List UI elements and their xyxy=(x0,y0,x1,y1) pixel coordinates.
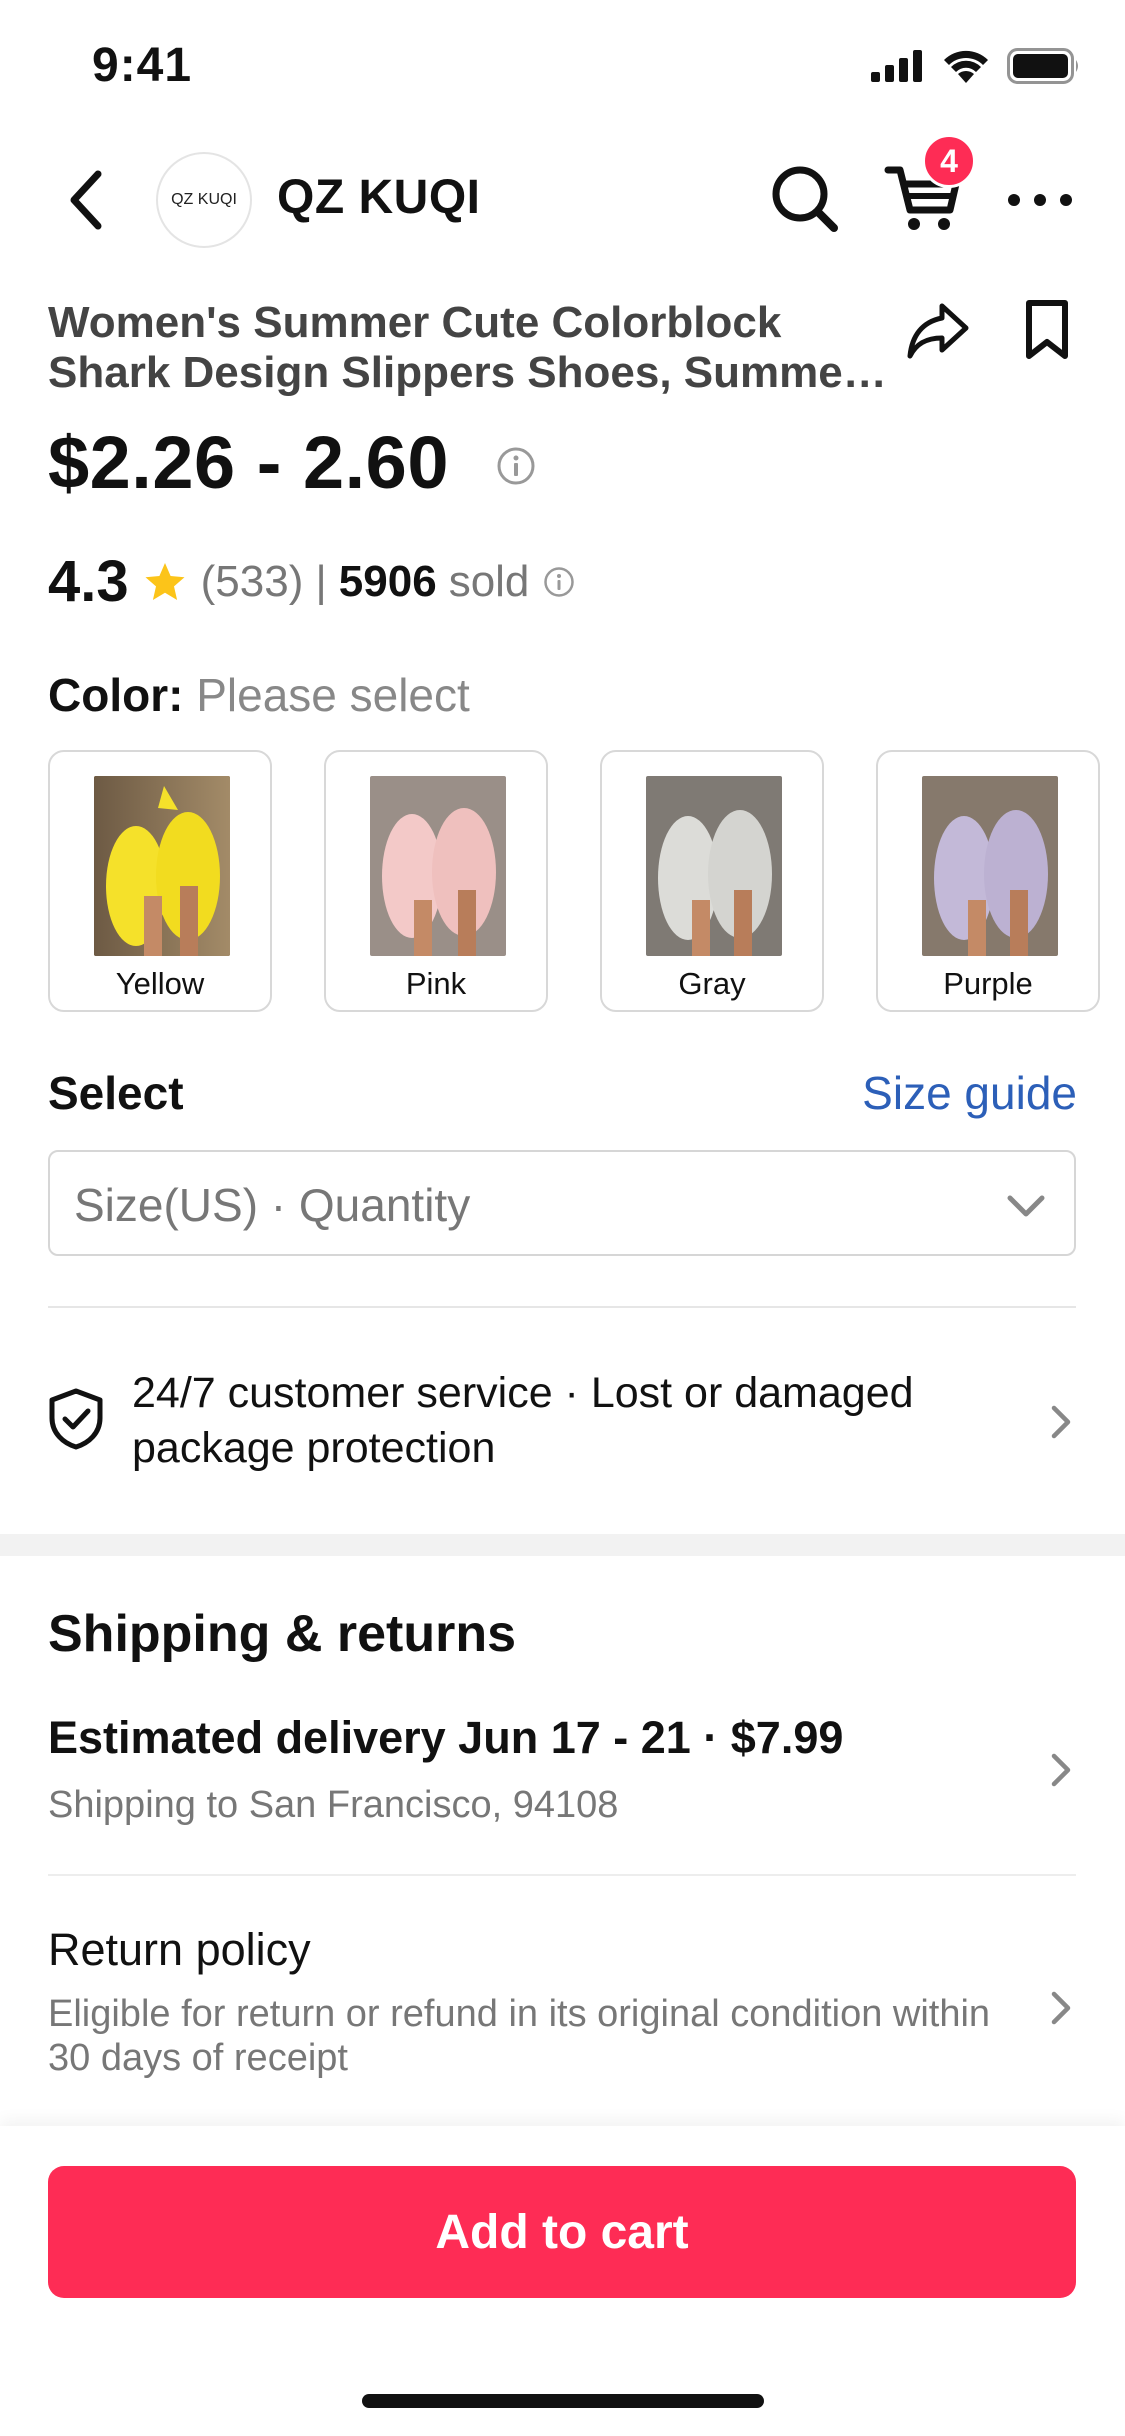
color-option-purple[interactable]: Purple xyxy=(876,750,1100,1012)
search-button[interactable] xyxy=(768,160,840,236)
size-guide-link[interactable]: Size guide xyxy=(862,1066,1077,1120)
bottom-action-bar: Add to cart xyxy=(0,2126,1125,2436)
star-icon xyxy=(145,562,185,600)
more-options-button[interactable] xyxy=(1008,180,1072,220)
wifi-icon xyxy=(944,50,988,83)
battery-icon xyxy=(1007,48,1078,84)
color-option-yellow[interactable]: Yellow xyxy=(48,750,272,1012)
section-separator xyxy=(0,1534,1125,1556)
customer-service-line1: 24/7 customer service · Lost or damaged xyxy=(132,1369,914,1417)
more-dot-icon xyxy=(1060,194,1072,206)
status-time: 9:41 xyxy=(92,39,193,92)
color-option-image xyxy=(922,776,1058,956)
search-icon xyxy=(772,166,838,232)
size-quantity-dropdown[interactable]: Size(US) · Quantity xyxy=(48,1150,1076,1256)
customer-service-line2: package protection xyxy=(132,1424,496,1472)
add-to-cart-button[interactable]: Add to cart xyxy=(48,2166,1076,2298)
shipping-destination: Shipping to San Francisco, 94108 xyxy=(48,1784,619,1826)
sold-label: sold xyxy=(448,556,530,606)
color-option-image xyxy=(94,776,230,956)
color-option-label: Gray xyxy=(678,966,746,1001)
product-price: $2.26 - 2.60 xyxy=(48,421,449,504)
color-option-image xyxy=(370,776,506,956)
divider xyxy=(48,1874,1076,1876)
shop-avatar[interactable]: QZ KUQI xyxy=(156,152,252,248)
chevron-down-icon xyxy=(1007,1195,1045,1217)
rating-separator: | xyxy=(315,556,327,606)
rating-row[interactable]: 4.3 (533) | 5906 sold xyxy=(48,548,575,615)
color-option-image xyxy=(646,776,782,956)
status-bar: 9:41 xyxy=(0,0,1125,140)
share-button[interactable] xyxy=(906,298,970,362)
chevron-right-icon xyxy=(1051,1405,1071,1439)
return-policy-description: Eligible for return or refund in its ori… xyxy=(48,1993,991,2079)
return-policy-title: Return policy xyxy=(48,1924,311,1975)
color-option-label: Yellow xyxy=(115,966,205,1001)
price-info-button[interactable] xyxy=(496,446,536,486)
bookmark-button[interactable] xyxy=(1022,298,1072,362)
color-selection-value: Please select xyxy=(196,669,470,721)
rating-count: (533) xyxy=(200,556,304,606)
return-policy-row[interactable]: Return policy Eligible for return or ref… xyxy=(48,1924,1076,2084)
home-indicator[interactable] xyxy=(362,2394,764,2408)
estimated-delivery-row[interactable]: Estimated delivery Jun 17 - 21 · $7.99 S… xyxy=(48,1712,1076,1852)
rating-value: 4.3 xyxy=(48,549,129,614)
chevron-right-icon xyxy=(1051,1753,1071,1787)
product-title: Women's Summer Cute Colorblock Shark Des… xyxy=(48,298,898,398)
bookmark-icon xyxy=(1026,300,1068,359)
chevron-left-icon xyxy=(70,170,102,230)
cellular-signal-icon xyxy=(871,50,922,82)
color-label-title: Color: xyxy=(48,669,184,721)
shop-avatar-text: QZ KUQI xyxy=(171,191,237,208)
info-icon xyxy=(497,447,535,485)
shipping-section-title: Shipping & returns xyxy=(48,1605,516,1663)
chevron-right-icon xyxy=(1051,1991,1071,2025)
shield-check-icon xyxy=(49,1388,103,1450)
color-option-label: Pink xyxy=(405,966,467,1001)
sold-count: 5906 xyxy=(338,556,437,606)
status-icons xyxy=(871,48,1081,84)
product-title-line1: Women's Summer Cute Colorblock xyxy=(48,298,782,347)
product-detail-screen: 9:41 QZ KUQI QZ KUQI 4 Women's Summer Cu… xyxy=(0,0,1125,2436)
color-swatches: Yellow Pink Gray Purple xyxy=(48,750,1125,1016)
product-title-line2: Shark Design Slippers Shoes, Summer… xyxy=(48,348,898,397)
customer-service-row[interactable]: 24/7 customer service · Lost or damaged … xyxy=(48,1366,1076,1476)
color-label: Color: Please select xyxy=(48,668,470,722)
select-label: Select xyxy=(48,1067,184,1119)
info-icon[interactable] xyxy=(543,566,575,598)
estimated-delivery-text: Estimated delivery Jun 17 - 21 · $7.99 xyxy=(48,1712,844,1763)
back-button[interactable] xyxy=(56,168,116,232)
size-quantity-placeholder: Size(US) · Quantity xyxy=(74,1179,471,1231)
share-arrow-icon xyxy=(907,303,969,359)
divider xyxy=(48,1306,1076,1308)
cart-count-badge: 4 xyxy=(922,134,976,188)
more-dot-icon xyxy=(1008,194,1020,206)
color-option-pink[interactable]: Pink xyxy=(324,750,548,1012)
customer-service-text: 24/7 customer service · Lost or damaged … xyxy=(132,1366,992,1476)
shop-name[interactable]: QZ KUQI xyxy=(277,170,481,225)
more-dot-icon xyxy=(1034,194,1046,206)
color-option-gray[interactable]: Gray xyxy=(600,750,824,1012)
color-option-label: Purple xyxy=(943,966,1033,1001)
